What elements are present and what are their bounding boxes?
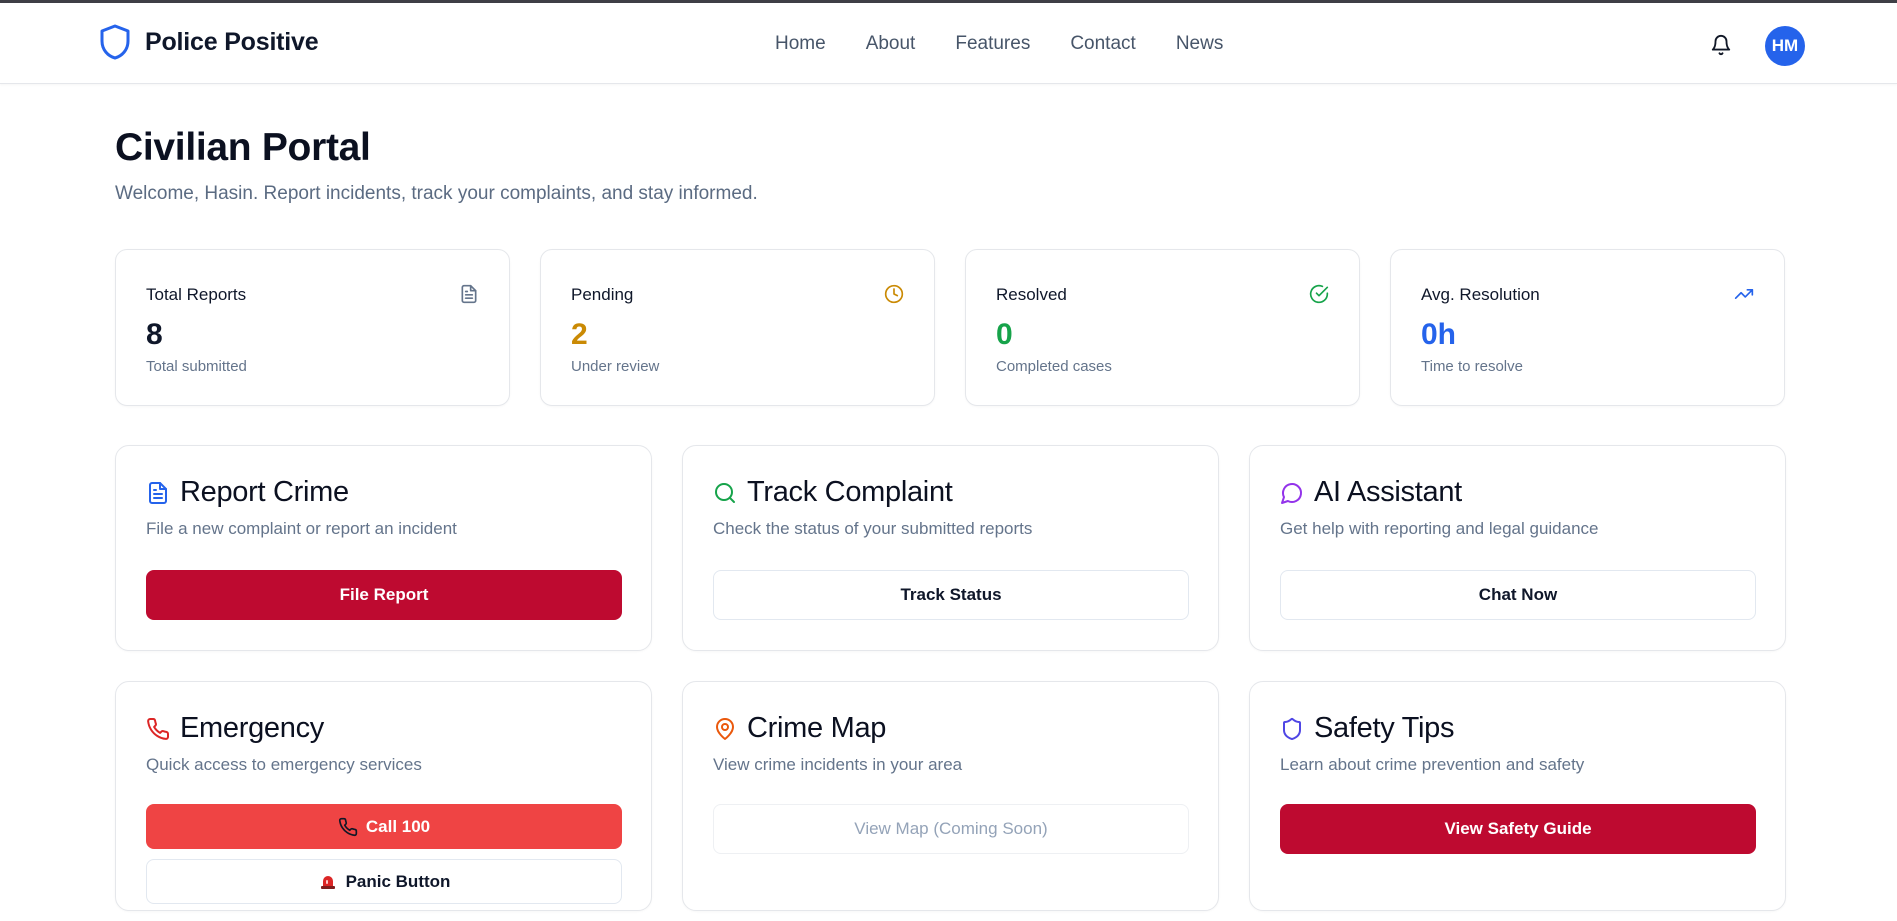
feature-card-crime-map: Crime Map View crime incidents in your a… bbox=[682, 681, 1219, 911]
stat-caption: Time to resolve bbox=[1421, 358, 1523, 375]
card-description: View crime incidents in your area bbox=[713, 755, 963, 774]
stat-value: 8 bbox=[146, 318, 163, 351]
stats-row: Total Reports 8 Total submitted Pending … bbox=[115, 249, 1785, 406]
search-icon bbox=[715, 482, 735, 503]
stat-card-avg-resolution: Avg. Resolution 0h Time to resolve bbox=[1390, 249, 1785, 406]
top-navbar: Police Positive Home About Features Cont… bbox=[0, 3, 1897, 84]
page-subtitle: Welcome, Hasin. Report incidents, track … bbox=[115, 183, 758, 204]
check-circle-icon bbox=[1309, 284, 1329, 304]
phone-icon bbox=[338, 817, 358, 836]
trending-up-icon bbox=[1734, 289, 1754, 299]
main-nav: Home About Features Contact News bbox=[775, 33, 1223, 55]
stat-card-total-reports: Total Reports 8 Total submitted bbox=[115, 249, 510, 406]
call-100-button[interactable]: Call 100 bbox=[146, 804, 622, 849]
nav-home[interactable]: Home bbox=[775, 33, 826, 55]
phone-icon bbox=[147, 717, 170, 740]
card-title: Safety Tips bbox=[1314, 712, 1455, 744]
view-map-button: View Map (Coming Soon) bbox=[713, 804, 1189, 854]
clock-icon bbox=[884, 284, 904, 304]
nav-contact[interactable]: Contact bbox=[1070, 33, 1135, 55]
stat-caption: Under review bbox=[571, 358, 660, 375]
file-text-icon bbox=[149, 481, 167, 504]
page-title: Civilian Portal bbox=[115, 126, 371, 169]
feature-card-emergency: Emergency Quick access to emergency serv… bbox=[115, 681, 652, 911]
nav-news[interactable]: News bbox=[1176, 33, 1224, 55]
stat-value: 0h bbox=[1421, 318, 1457, 351]
bell-icon[interactable] bbox=[1710, 34, 1732, 56]
stat-card-resolved: Resolved 0 Completed cases bbox=[965, 249, 1360, 406]
card-title: AI Assistant bbox=[1314, 476, 1462, 508]
shield-logo-icon bbox=[100, 24, 130, 60]
avatar[interactable]: HM bbox=[1765, 26, 1805, 66]
stat-label: Resolved bbox=[996, 285, 1067, 304]
card-title: Emergency bbox=[180, 712, 324, 744]
stat-label: Pending bbox=[571, 285, 634, 304]
stat-value: 2 bbox=[571, 318, 588, 351]
siren-icon bbox=[320, 875, 335, 889]
brand[interactable]: Police Positive bbox=[99, 23, 319, 61]
brand-name: Police Positive bbox=[145, 27, 319, 56]
track-status-button[interactable]: Track Status bbox=[713, 570, 1189, 620]
card-title: Report Crime bbox=[180, 476, 349, 508]
stat-caption: Completed cases bbox=[996, 358, 1112, 375]
button-label: Call 100 bbox=[365, 816, 431, 836]
feature-card-track-complaint: Track Complaint Check the status of your… bbox=[682, 445, 1219, 651]
card-title: Crime Map bbox=[747, 712, 887, 744]
stat-label: Avg. Resolution bbox=[1421, 285, 1540, 304]
nav-about[interactable]: About bbox=[866, 33, 916, 55]
stat-value: 0 bbox=[996, 318, 1013, 351]
card-description: Learn about crime prevention and safety bbox=[1280, 755, 1585, 774]
card-description: Check the status of your submitted repor… bbox=[713, 519, 1033, 538]
message-circle-icon bbox=[1281, 482, 1302, 504]
panic-button[interactable]: Panic Button bbox=[146, 859, 622, 904]
stat-card-pending: Pending 2 Under review bbox=[540, 249, 935, 406]
feature-card-safety-tips: Safety Tips Learn about crime prevention… bbox=[1249, 681, 1786, 911]
stat-caption: Total submitted bbox=[146, 358, 247, 375]
view-safety-guide-button[interactable]: View Safety Guide bbox=[1280, 804, 1756, 854]
shield-icon bbox=[1283, 717, 1301, 740]
file-text-icon bbox=[461, 284, 477, 304]
features-grid: Report Crime File a new complaint or rep… bbox=[115, 445, 1786, 911]
file-report-button[interactable]: File Report bbox=[146, 570, 622, 620]
card-title: Track Complaint bbox=[747, 476, 953, 508]
feature-card-report-crime: Report Crime File a new complaint or rep… bbox=[115, 445, 652, 651]
map-pin-icon bbox=[716, 717, 734, 740]
nav-features[interactable]: Features bbox=[955, 33, 1030, 55]
feature-card-ai-assistant: AI Assistant Get help with reporting and… bbox=[1249, 445, 1786, 651]
chat-now-button[interactable]: Chat Now bbox=[1280, 570, 1756, 620]
card-description: Get help with reporting and legal guidan… bbox=[1280, 519, 1599, 538]
card-description: File a new complaint or report an incide… bbox=[146, 519, 457, 538]
stat-label: Total Reports bbox=[146, 285, 247, 304]
button-label: Panic Button bbox=[345, 871, 451, 891]
card-description: Quick access to emergency services bbox=[146, 755, 422, 774]
